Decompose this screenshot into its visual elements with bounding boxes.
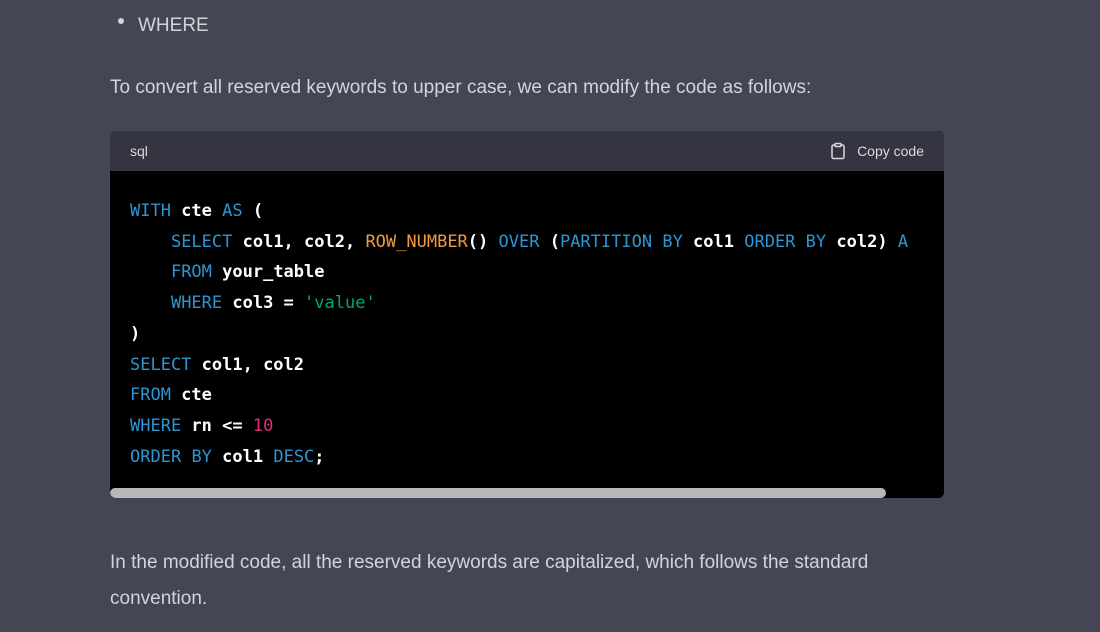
code-token: col1, col2 [191, 354, 305, 375]
code-token: BY [191, 446, 212, 467]
code-token: A [897, 231, 909, 252]
code-token: cte [170, 201, 223, 221]
horizontal-scrollbar[interactable] [110, 488, 944, 498]
code-token: () [467, 231, 499, 252]
bullet-list-item: WHERE [118, 14, 209, 38]
copy-code-button[interactable]: Copy code [829, 142, 924, 160]
code-token: cte [170, 385, 212, 406]
code-line: WITH cte AS ( [130, 201, 263, 221]
code-token: ROW_NUMBER [365, 231, 468, 252]
code-token: ORDER [744, 231, 796, 252]
code-token: ORDER [130, 446, 182, 467]
code-token: 'value' [304, 293, 376, 314]
code-header: sql Copy code [110, 131, 944, 171]
code-token: ( [539, 231, 560, 252]
code-line: SELECT col1, col2 [130, 355, 304, 375]
code-token: DESC [273, 446, 315, 467]
code-token: ( [242, 201, 264, 221]
code-token: WHERE [170, 293, 223, 314]
copy-code-label: Copy code [857, 143, 924, 159]
code-line: WHERE col3 = 'value' [130, 293, 376, 313]
code-token: SELECT [170, 231, 233, 252]
code-token: PARTITION [559, 231, 653, 252]
code-token: BY [805, 231, 827, 252]
code-token: col1 [211, 446, 274, 467]
intro-paragraph: To convert all reserved keywords to uppe… [110, 77, 812, 98]
code-token: OVER [498, 231, 540, 252]
code-content: WITH cte AS ( SELECT col1, col2, ROW_NUM… [130, 196, 908, 472]
code-token: col1 [682, 231, 745, 252]
bullet-text: WHERE [138, 15, 209, 36]
code-token: SELECT [130, 354, 192, 375]
code-token: ) [130, 323, 141, 344]
code-line: FROM your_table [130, 262, 325, 282]
code-token: col2) [826, 231, 898, 252]
code-token: ; [314, 446, 325, 467]
code-line: FROM cte [130, 385, 212, 405]
code-token: WHERE [130, 415, 182, 436]
outro-paragraph: In the modified code, all the reserved k… [110, 552, 869, 609]
code-body: WITH cte AS ( SELECT col1, col2, ROW_NUM… [110, 171, 944, 498]
code-line: SELECT col1, col2, ROW_NUMBER() OVER (PA… [130, 232, 908, 252]
code-token: col1, col2, [232, 231, 366, 252]
code-line: ORDER BY col1 DESC; [130, 447, 325, 467]
code-token: col3 = [222, 293, 305, 314]
code-language-label: sql [130, 143, 148, 159]
scrollbar-thumb[interactable] [110, 488, 886, 498]
code-line: WHERE rn <= 10 [130, 416, 273, 436]
clipboard-icon [831, 142, 845, 160]
code-token: BY [662, 231, 683, 252]
code-token: FROM [170, 262, 212, 283]
code-token: rn <= [181, 415, 253, 436]
bullet-dot [118, 18, 124, 24]
code-token: WITH [130, 201, 171, 221]
code-token: FROM [130, 385, 171, 406]
code-token: 10 [252, 415, 274, 436]
code-token: your_table [211, 262, 325, 283]
code-token: AS [222, 201, 243, 221]
code-block: sql Copy code WITH cte AS ( SELECT col1,… [110, 131, 944, 498]
code-line: ) [130, 324, 140, 344]
